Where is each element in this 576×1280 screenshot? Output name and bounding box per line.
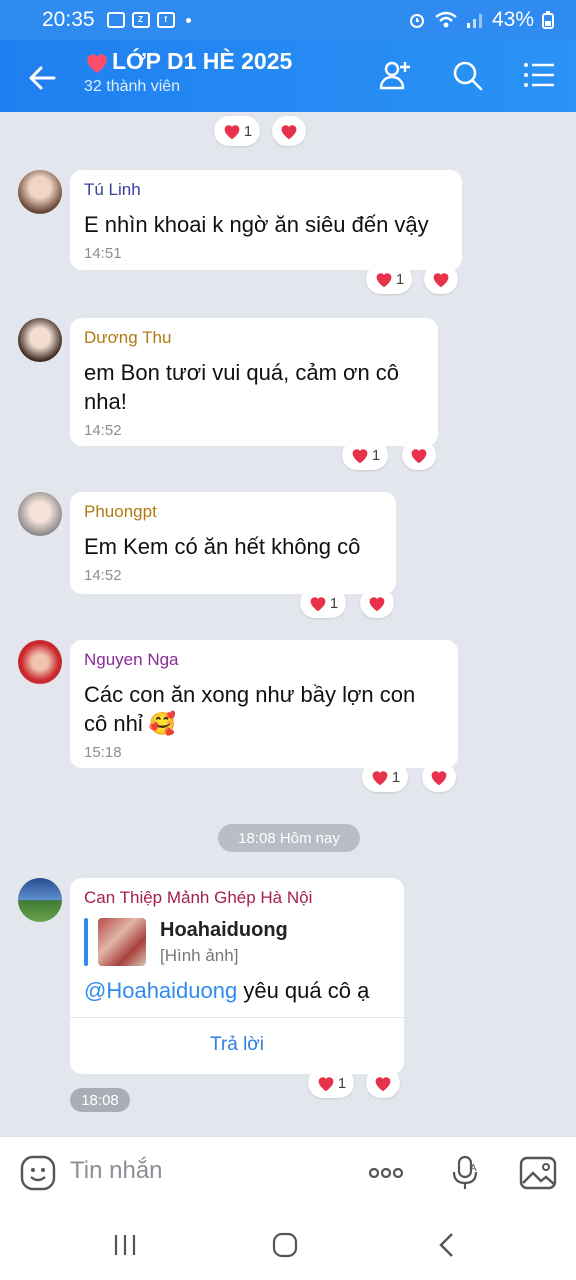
reaction-count-badge[interactable]: 1 [308,1068,354,1098]
add-member-icon[interactable] [378,58,412,92]
add-reaction-button[interactable] [360,588,394,618]
message-time: 14:52 [84,422,122,439]
message-input-bar: Tin nhắn A [0,1136,576,1210]
image-icon[interactable] [518,1153,558,1193]
message-text: E nhìn khoai k ngờ ăn siêu đến vậy [84,212,429,237]
reply-message-bubble[interactable]: Can Thiệp Mảnh Ghép Hà Nội Hoahaiduong [… [70,878,404,1074]
zalo-notification-icon: Z [131,12,150,28]
alarm-icon [409,14,424,28]
message-time-pill: 18:08 [70,1088,130,1112]
message-text: Em Kem có ăn hết không cô [84,534,361,559]
heart-icon [375,1077,391,1092]
heart-icon [318,1077,334,1092]
chat-area[interactable]: 1 Tú Linh E nhìn khoai k ngờ ăn siêu đến… [0,112,576,1136]
message-text: em Bon tươi vui quá, cảm ơn cô nha! [84,360,400,414]
reply-button[interactable]: Trả lời [70,1017,404,1071]
date-separator: 18:08 Hôm nay [218,824,360,852]
status-bar: 20:35 Z f 43% [0,0,576,40]
more-notifications-icon [185,17,191,23]
facebook-notification-icon: f [156,12,175,28]
sender-name: Tú Linh [84,180,141,199]
home-icon[interactable] [270,1230,300,1260]
add-reaction-button[interactable] [422,762,456,792]
avatar[interactable] [18,640,62,684]
message-bubble[interactable]: Tú Linh E nhìn khoai k ngờ ăn siêu đến v… [70,170,462,270]
avatar[interactable] [18,318,62,362]
message-body: yêu quá cô ạ [237,978,370,1003]
search-icon[interactable] [450,58,484,92]
heart-icon [433,273,449,288]
heart-icon [281,125,297,140]
message-bubble[interactable]: Dương Thu em Bon tươi vui quá, cảm ơn cô… [70,318,438,446]
heart-icon [431,771,447,786]
heart-icon [87,53,107,73]
heart-icon [224,125,240,140]
heart-icon [352,449,368,464]
avatar[interactable] [18,492,62,536]
add-reaction-button[interactable] [366,1068,400,1098]
sender-name: Nguyen Nga [84,650,179,669]
heart-icon [372,771,388,786]
reaction-count-badge[interactable]: 1 [342,440,388,470]
quoted-image-thumbnail [98,918,146,966]
group-title-text: LỚP D1 HÈ 2025 [112,48,293,74]
member-count: 32 thành viên [84,78,181,95]
message-time: 14:52 [84,567,122,584]
battery-icon [542,11,554,29]
group-info[interactable]: LỚP D1 HÈ 2025 32 thành viên [84,48,292,96]
message-text: Các con ăn xong như bầy lợn con cô nhỉ 🥰 [84,682,416,736]
avatar[interactable] [18,170,62,214]
svg-text:A: A [470,1163,477,1174]
avatar[interactable] [18,878,62,922]
menu-icon[interactable] [522,58,556,92]
heart-icon [376,273,392,288]
sender-name: Can Thiệp Mảnh Ghép Hà Nội [84,888,313,907]
add-reaction-button[interactable] [424,264,458,294]
message-time: 15:18 [84,744,122,761]
gallery-notification-icon [106,12,125,28]
reaction-count-badge[interactable]: 1 [366,264,412,294]
system-nav-bar [0,1210,576,1280]
recent-apps-icon[interactable] [110,1230,140,1260]
message-input[interactable]: Tin nhắn [70,1157,163,1185]
quoted-type: [Hình ảnh] [160,945,239,965]
reaction-count-badge[interactable]: 1 [362,762,408,792]
heart-icon [310,597,326,612]
message-text: @Hoahaiduong yêu quá cô ạ [84,976,390,1005]
mention-link[interactable]: @Hoahaiduong [84,978,237,1003]
more-icon[interactable] [366,1153,406,1193]
back-arrow-icon[interactable] [24,60,60,96]
message-time: 14:51 [84,245,122,262]
chat-header: LỚP D1 HÈ 2025 32 thành viên [0,40,576,112]
status-time: 20:35 [42,8,95,31]
heart-icon [411,449,427,464]
reaction-count-badge[interactable]: 1 [214,116,260,146]
quoted-sender: Hoahaiduong [160,918,288,941]
add-reaction-button[interactable] [402,440,436,470]
sender-name: Phuongpt [84,502,157,521]
heart-icon [369,597,385,612]
wifi-icon [435,11,457,28]
back-nav-icon[interactable] [432,1230,462,1260]
emoji-icon[interactable] [18,1153,58,1193]
reaction-count-badge[interactable]: 1 [300,588,346,618]
quoted-message[interactable]: Hoahaiduong [Hình ảnh] [84,918,390,966]
add-reaction-button[interactable] [272,116,306,146]
signal-icon [466,14,482,28]
quote-bar [84,918,88,966]
battery-percent: 43% [491,8,534,31]
group-title: LỚP D1 HÈ 2025 [84,48,292,75]
mic-icon[interactable]: A [446,1153,486,1193]
message-bubble[interactable]: Phuongpt Em Kem có ăn hết không cô 14:52 [70,492,396,594]
sender-name: Dương Thu [84,328,172,347]
message-bubble[interactable]: Nguyen Nga Các con ăn xong như bầy lợn c… [70,640,458,768]
